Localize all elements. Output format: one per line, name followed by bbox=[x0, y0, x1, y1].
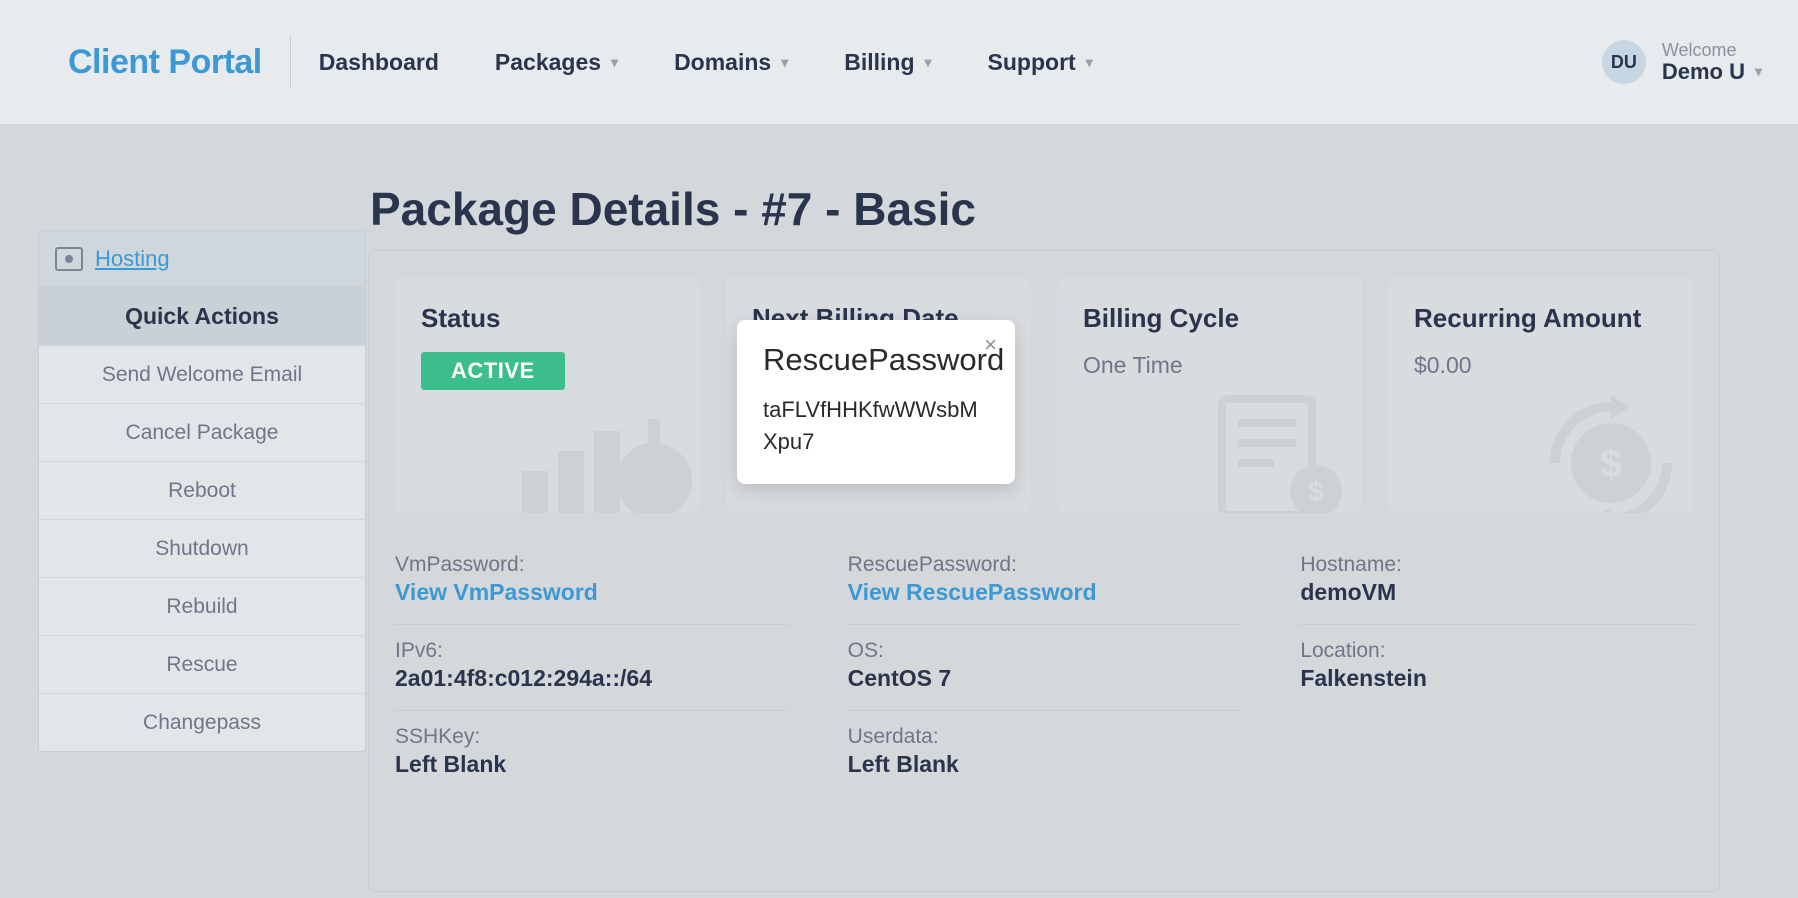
chevron-down-icon: ▾ bbox=[611, 54, 618, 71]
detail-vmpassword-label: VmPassword: bbox=[395, 553, 788, 577]
quick-action-send-welcome-email[interactable]: Send Welcome Email bbox=[39, 345, 365, 403]
nav-dashboard[interactable]: Dashboard bbox=[319, 49, 439, 76]
detail-userdata: Userdata: Left Blank bbox=[848, 711, 1241, 796]
detail-ipv6-value: 2a01:4f8:c012:294a::/64 bbox=[395, 665, 788, 692]
nav-billing-label: Billing bbox=[844, 49, 914, 76]
quick-action-cancel-package[interactable]: Cancel Package bbox=[39, 403, 365, 461]
sidebar-tab-hosting-label: Hosting bbox=[95, 246, 170, 272]
chevron-down-icon: ▾ bbox=[781, 54, 788, 71]
detail-location-value: Falkenstein bbox=[1300, 665, 1693, 692]
detail-sshkey: SSHKey: Left Blank bbox=[395, 711, 788, 796]
detail-hostname: Hostname: demoVM bbox=[1300, 539, 1693, 625]
quick-actions-header: Quick Actions bbox=[39, 287, 365, 345]
quick-action-changepass[interactable]: Changepass bbox=[39, 693, 365, 751]
quick-action-reboot[interactable]: Reboot bbox=[39, 461, 365, 519]
page-body: Package Details - #7 - Basic Hosting Qui… bbox=[0, 124, 1798, 898]
nav-domains-label: Domains bbox=[674, 49, 771, 76]
svg-text:$: $ bbox=[1308, 476, 1324, 507]
chevron-down-icon: ▾ bbox=[925, 54, 932, 71]
page-title: Package Details - #7 - Basic bbox=[370, 182, 976, 236]
user-name: Demo U bbox=[1662, 60, 1745, 83]
detail-hostname-value: demoVM bbox=[1300, 579, 1693, 606]
detail-rescuepassword-label: RescuePassword: bbox=[848, 553, 1241, 577]
detail-location-label: Location: bbox=[1300, 639, 1693, 663]
nav-packages[interactable]: Packages ▾ bbox=[495, 49, 618, 76]
detail-sshkey-label: SSHKey: bbox=[395, 725, 788, 749]
invoice-icon: $ bbox=[1204, 389, 1354, 513]
nav-billing[interactable]: Billing ▾ bbox=[844, 49, 931, 76]
chevron-down-icon: ▾ bbox=[1086, 54, 1093, 71]
status-badge: ACTIVE bbox=[421, 352, 565, 390]
nav-packages-label: Packages bbox=[495, 49, 601, 76]
user-col: Welcome Demo U ▾ bbox=[1662, 41, 1762, 83]
detail-os-value: CentOS 7 bbox=[848, 665, 1241, 692]
view-rescuepassword-link[interactable]: View RescuePassword bbox=[848, 579, 1241, 606]
nav-dashboard-label: Dashboard bbox=[319, 49, 439, 76]
card-billing-cycle: Billing Cycle One Time $ bbox=[1057, 277, 1362, 513]
chevron-down-icon: ▾ bbox=[1755, 64, 1762, 79]
card-recurring-title: Recurring Amount bbox=[1414, 303, 1667, 334]
close-icon[interactable]: × bbox=[984, 334, 997, 356]
details-grid: VmPassword: View VmPassword RescuePasswo… bbox=[395, 539, 1693, 796]
detail-ipv6: IPv6: 2a01:4f8:c012:294a::/64 bbox=[395, 625, 788, 711]
quick-actions-panel: Quick Actions Send Welcome Email Cancel … bbox=[38, 286, 366, 752]
detail-ipv6-label: IPv6: bbox=[395, 639, 788, 663]
popover-title: RescuePassword bbox=[763, 342, 989, 378]
brand-logo[interactable]: Client Portal bbox=[68, 43, 262, 82]
summary-cards: Status ACTIVE Next Billing Date Billing … bbox=[395, 277, 1693, 513]
header-bar: Client Portal Dashboard Packages ▾ Domai… bbox=[0, 0, 1798, 124]
card-billing-cycle-title: Billing Cycle bbox=[1083, 303, 1336, 334]
detail-os-label: OS: bbox=[848, 639, 1241, 663]
card-recurring-value: $0.00 bbox=[1414, 352, 1667, 379]
detail-hostname-label: Hostname: bbox=[1300, 553, 1693, 577]
card-recurring-amount: Recurring Amount $0.00 $ bbox=[1388, 277, 1693, 513]
detail-os: OS: CentOS 7 bbox=[848, 625, 1241, 711]
detail-sshkey-value: Left Blank bbox=[395, 751, 788, 778]
package-details-panel: Status ACTIVE Next Billing Date Billing … bbox=[368, 250, 1720, 892]
chart-icon bbox=[512, 409, 692, 513]
rescuepassword-popover: × RescuePassword taFLVfHHKfwWWsbMXpu7 bbox=[737, 320, 1015, 484]
detail-location: Location: Falkenstein bbox=[1300, 625, 1693, 711]
recurring-icon: $ bbox=[1525, 389, 1685, 513]
detail-vmpassword: VmPassword: View VmPassword bbox=[395, 539, 788, 625]
detail-rescuepassword: RescuePassword: View RescuePassword bbox=[848, 539, 1241, 625]
user-menu[interactable]: DU Welcome Demo U ▾ bbox=[1602, 40, 1762, 84]
main-nav: Dashboard Packages ▾ Domains ▾ Billing ▾… bbox=[319, 49, 1093, 76]
welcome-text: Welcome bbox=[1662, 41, 1762, 60]
quick-action-rescue[interactable]: Rescue bbox=[39, 635, 365, 693]
eye-icon bbox=[55, 247, 83, 271]
quick-action-rebuild[interactable]: Rebuild bbox=[39, 577, 365, 635]
header-divider bbox=[290, 36, 291, 88]
nav-support[interactable]: Support ▾ bbox=[988, 49, 1093, 76]
detail-userdata-label: Userdata: bbox=[848, 725, 1241, 749]
detail-userdata-value: Left Blank bbox=[848, 751, 1241, 778]
sidebar-tab-hosting[interactable]: Hosting bbox=[38, 230, 366, 286]
avatar: DU bbox=[1602, 40, 1646, 84]
quick-action-shutdown[interactable]: Shutdown bbox=[39, 519, 365, 577]
card-status-title: Status bbox=[421, 303, 674, 334]
card-billing-cycle-value: One Time bbox=[1083, 352, 1336, 379]
nav-support-label: Support bbox=[988, 49, 1076, 76]
popover-body: taFLVfHHKfwWWsbMXpu7 bbox=[763, 394, 989, 458]
view-vmpassword-link[interactable]: View VmPassword bbox=[395, 579, 788, 606]
nav-domains[interactable]: Domains ▾ bbox=[674, 49, 788, 76]
svg-text:$: $ bbox=[1600, 442, 1622, 486]
card-status: Status ACTIVE bbox=[395, 277, 700, 513]
